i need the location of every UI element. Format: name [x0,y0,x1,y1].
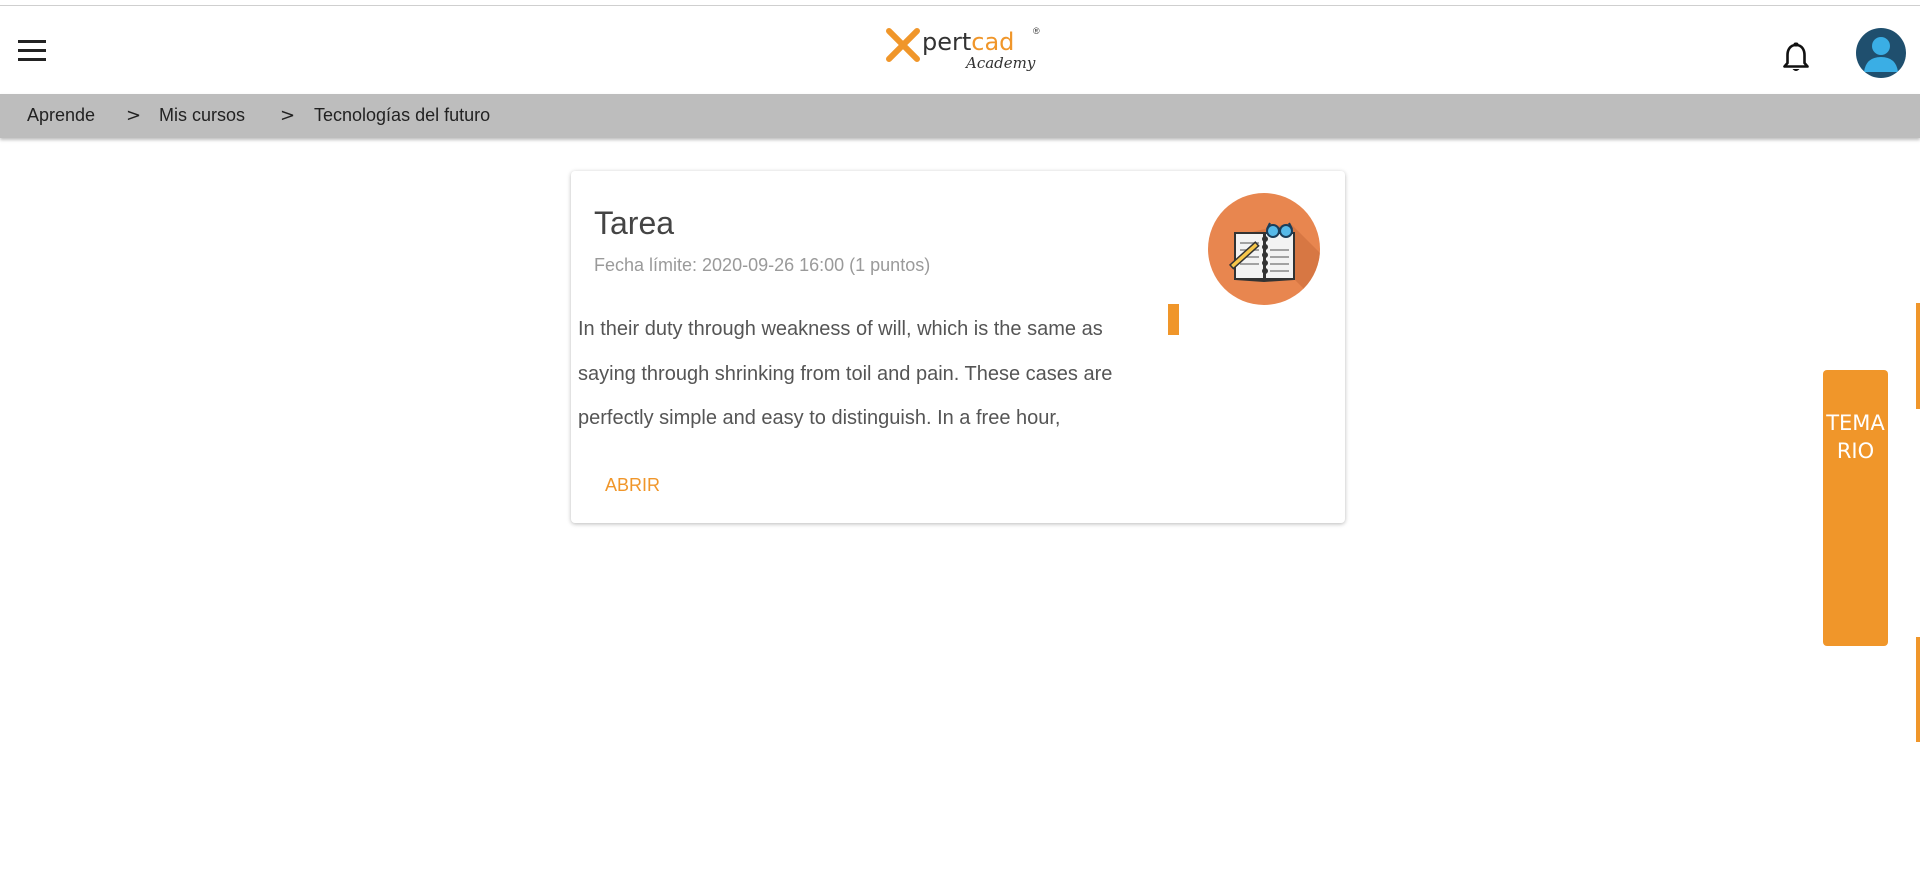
logo-wordmark: pertcad [922,28,1015,56]
app-header: pertcad ® Academy [0,6,1920,94]
notebook-with-pencil-and-glasses-icon [1208,193,1320,305]
temario-label: TEMARIO [1826,411,1885,463]
xpertcad-academy-logo[interactable]: pertcad ® Academy [886,26,1040,78]
edge-scroll-marker-top [1916,303,1920,409]
temario-side-tab[interactable]: TEMARIO [1823,370,1888,646]
chevron-right-icon: > [280,105,296,126]
logo-subtitle: Academy [966,54,1036,72]
breadcrumb-item-current-course[interactable]: Tecnologías del futuro [314,105,490,126]
bell-icon[interactable] [1781,42,1811,74]
task-description: In their duty through weakness of will, … [578,318,1113,429]
breadcrumb-item-aprende[interactable]: Aprende [27,105,95,126]
task-deadline: Fecha límite: 2020-09-26 16:00 (1 puntos… [594,255,931,275]
breadcrumb: Aprende > Mis cursos > Tecnologías del f… [0,94,1920,138]
scroll-indicator [1168,304,1179,335]
task-card: Tarea Fecha límite: 2020-09-26 16:00 (1 … [571,171,1345,523]
hamburger-menu-icon[interactable] [18,40,46,62]
chevron-right-icon: > [126,105,142,126]
user-avatar-icon[interactable] [1856,28,1906,78]
logo-registered-mark: ® [1033,26,1040,36]
edge-scroll-marker-bottom [1916,637,1920,742]
task-title: Tarea [594,205,675,241]
open-task-button[interactable]: ABRIR [605,475,660,496]
logo-x-mark [886,28,920,62]
breadcrumb-item-mis-cursos[interactable]: Mis cursos [159,105,245,126]
